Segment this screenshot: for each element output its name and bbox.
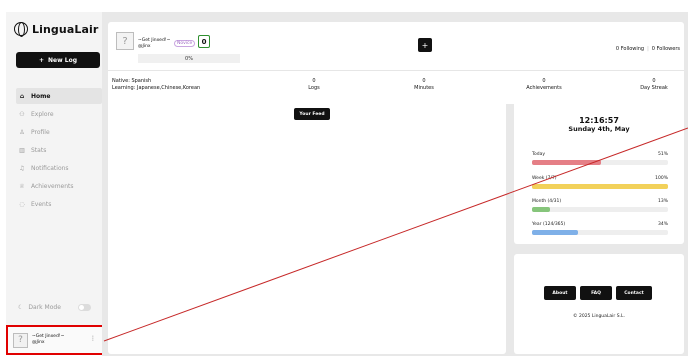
stat-label: Minutes (414, 85, 434, 91)
sidebar-item-label: Events (31, 200, 52, 208)
native-language: Native: Spanish (112, 78, 152, 84)
sidebar-item-profile[interactable]: ♙ Profile (16, 124, 102, 140)
contact-button[interactable]: Contact (616, 286, 652, 300)
trophy-icon: ♕ (19, 182, 25, 190)
plus-icon: + (39, 56, 45, 64)
divider (108, 70, 684, 71)
goal-label: Today (532, 152, 546, 157)
sidebar-nav: ⌂ Home ⚇ Explore ♙ Profile ▥ Stats ♫ Not… (16, 88, 102, 214)
sidebar: LinguaLair + New Log ⌂ Home ⚇ Explore ♙ … (6, 12, 102, 352)
stat-value: 0 (652, 78, 656, 84)
moon-icon: ☾ (18, 304, 24, 311)
stat-label: Logs (308, 85, 320, 91)
goal-fill (532, 230, 579, 235)
goal-percent: 34% (657, 222, 668, 227)
copyright-text: © 2025 LinguaLair S.L. (573, 314, 625, 319)
learning-languages: Learning: Japanese,Chinese,Korean (112, 85, 201, 91)
app-name: LinguaLair (32, 22, 99, 36)
xp-percent: 0% (185, 55, 193, 62)
sidebar-item-label: Achievements (31, 182, 74, 190)
goal-year: Year (124/365) 34% (532, 222, 668, 235)
goal-label: Month (4/31) (532, 199, 562, 204)
goal-percent: 100% (655, 176, 668, 181)
clock-time: 12:16:57 (579, 116, 619, 125)
user-names: ~Get Jinxed!~ @Jinx (32, 334, 64, 346)
stat-value: 0 (422, 78, 426, 84)
goal-label: Week (7/7) (532, 176, 557, 181)
stat-value: 0 (542, 78, 546, 84)
goal-percent: 13% (657, 199, 668, 204)
app-logo[interactable]: LinguaLair (14, 22, 99, 37)
dark-mode-toggle[interactable] (77, 304, 91, 311)
new-log-label: New Log (48, 56, 77, 64)
profile-names: ~Get Jinxed!~ @Jinx (138, 38, 170, 50)
goal-month: Month (4/31) 13% (532, 199, 668, 212)
goal-track (532, 160, 668, 165)
footer-card: About FAQ Contact © 2025 LinguaLair S.L. (514, 254, 684, 354)
stat-achievements: 0 Achievements (514, 78, 574, 92)
user-icon: ♙ (19, 128, 25, 136)
more-menu-icon[interactable]: ⋮ (90, 335, 96, 342)
clock-date: Sunday 4th, May (568, 125, 630, 133)
sidebar-item-stats[interactable]: ▥ Stats (16, 142, 102, 158)
profile-handle: @Jinx (138, 44, 151, 49)
goal-track (532, 184, 668, 189)
stat-value: 0 (312, 78, 316, 84)
goal-fill (532, 160, 602, 165)
stat-label: Day Streak (640, 85, 668, 91)
sidebar-item-events[interactable]: ◌ Events (16, 196, 102, 212)
rank-badge: Novice (174, 40, 196, 47)
following-link[interactable]: 0 Following (616, 46, 644, 52)
feed-card: Your Feed (108, 98, 506, 354)
events-icon: ◌ (19, 200, 25, 208)
dark-mode-row: ☾ Dark Mode (18, 304, 91, 311)
language-info: Native: Spanish Learning: Japanese,Chine… (112, 78, 200, 92)
goal-fill (532, 207, 550, 212)
footer-links: About FAQ Contact (544, 286, 652, 300)
goal-track (532, 230, 668, 235)
profile-avatar[interactable]: ? (116, 32, 134, 50)
sidebar-item-label: Home (31, 92, 51, 100)
sidebar-item-label: Stats (31, 146, 47, 154)
sidebar-item-label: Notifications (31, 164, 69, 172)
user-handle: @Jinx (32, 340, 45, 345)
new-log-button[interactable]: + New Log (16, 52, 100, 68)
sidebar-user-card[interactable]: ? ~Get Jinxed!~ @Jinx ⋮ (6, 325, 104, 355)
add-button[interactable]: + (418, 38, 432, 52)
followers-link[interactable]: 0 Followers (652, 46, 680, 52)
dark-mode-label: Dark Mode (28, 304, 61, 311)
goal-today: Today 51% (532, 152, 668, 165)
xp-progress-bar: 0% (138, 54, 240, 63)
streak-counter: 0 (198, 35, 210, 48)
avatar: ? (13, 332, 28, 348)
home-icon: ⌂ (19, 92, 25, 100)
goal-fill (532, 184, 668, 189)
about-button[interactable]: About (544, 286, 576, 300)
goal-percent: 51% (657, 152, 668, 157)
profile-card: ? ~Get Jinxed!~ @Jinx Novice 0 0% + 0 Fo… (108, 22, 684, 104)
goal-track (532, 207, 668, 212)
clock-card: 12:16:57 Sunday 4th, May Today 51% Week (… (514, 98, 684, 244)
stat-logs: 0 Logs (284, 78, 344, 92)
stat-minutes: 0 Minutes (394, 78, 454, 92)
sidebar-item-explore[interactable]: ⚇ Explore (16, 106, 102, 122)
follow-counts: 0 Following | 0 Followers (615, 46, 680, 52)
stat-label: Achievements (526, 85, 562, 91)
sidebar-item-achievements[interactable]: ♕ Achievements (16, 178, 102, 194)
explore-icon: ⚇ (19, 110, 25, 118)
goal-week: Week (7/7) 100% (532, 176, 668, 189)
main-content: ? ~Get Jinxed!~ @Jinx Novice 0 0% + 0 Fo… (102, 12, 688, 356)
globe-icon (14, 22, 28, 37)
bell-icon: ♫ (19, 164, 25, 172)
stat-day-streak: 0 Day Streak (624, 78, 684, 92)
stats-icon: ▥ (19, 146, 25, 154)
your-feed-button[interactable]: Your Feed (294, 108, 330, 120)
goal-label: Year (124/365) (532, 222, 566, 227)
sidebar-item-notifications[interactable]: ♫ Notifications (16, 160, 102, 176)
sidebar-item-label: Explore (31, 110, 54, 118)
faq-button[interactable]: FAQ (580, 286, 612, 300)
sidebar-item-label: Profile (31, 128, 50, 136)
sidebar-item-home[interactable]: ⌂ Home (16, 88, 102, 104)
